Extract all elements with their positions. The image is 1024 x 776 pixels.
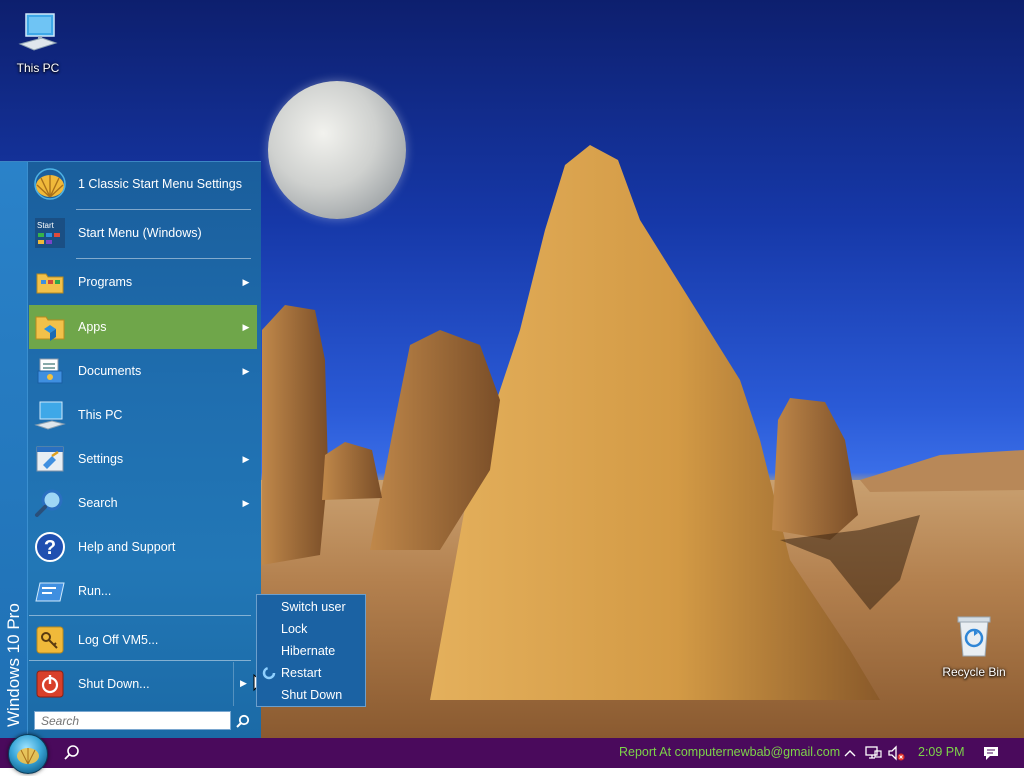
start-button[interactable] — [8, 734, 48, 774]
network-icon[interactable] — [864, 744, 882, 762]
banner-text: Windows 10 Pro — [4, 603, 23, 727]
submenu-arrow-icon: ▶ — [240, 678, 247, 688]
menu-item-documents[interactable]: Documents ▶ — [29, 349, 257, 393]
run-icon — [33, 574, 67, 608]
menu-item-label: Help and Support — [78, 540, 176, 554]
documents-icon — [33, 354, 67, 388]
menu-item-label: Log Off VM5... — [78, 633, 159, 647]
submenu-item-lock[interactable]: Lock — [257, 618, 365, 640]
menu-separator — [76, 209, 251, 210]
busy-spinner-icon — [262, 666, 276, 680]
submenu-arrow-icon: ▶ — [242, 497, 250, 508]
recycle-bin-icon — [936, 614, 1012, 661]
submenu-arrow-icon: ▶ — [242, 321, 250, 332]
shut-down-submenu: Switch user Lock Hibernate Restart Shut … — [256, 594, 366, 707]
submenu-arrow-icon: ▶ — [242, 453, 250, 464]
start-tile-icon: Start — [33, 216, 67, 250]
submenu-arrow-icon: ▶ — [242, 365, 250, 376]
menu-item-help-and-support[interactable]: ? Help and Support — [29, 525, 257, 569]
menu-item-run[interactable]: Run... — [29, 569, 257, 613]
menu-item-label: Shut Down... — [78, 677, 150, 691]
search-input[interactable] — [35, 712, 230, 729]
taskbar-search-button[interactable] — [60, 743, 84, 763]
start-orb-icon — [17, 748, 39, 765]
folder-icon — [33, 265, 67, 299]
menu-item-log-off[interactable]: Log Off VM5... — [29, 618, 257, 662]
report-email-text: Report At computernewbab@gmail.com — [619, 745, 841, 759]
apps-folder-icon — [33, 310, 67, 344]
menu-item-this-pc[interactable]: This PC — [29, 393, 257, 437]
desktop-icon-recycle-bin[interactable]: Recycle Bin — [936, 614, 1012, 679]
monitor-icon — [0, 10, 76, 57]
search-icon — [236, 714, 250, 728]
key-icon — [33, 623, 67, 657]
menu-item-label: Run... — [78, 584, 112, 598]
submenu-item-hibernate[interactable]: Hibernate — [257, 640, 365, 662]
shell-icon — [33, 167, 67, 201]
menu-separator — [29, 660, 251, 661]
menu-item-shut-down[interactable]: Shut Down... — [29, 662, 257, 706]
submenu-item-label: Lock — [281, 622, 308, 636]
taskbar-clock[interactable]: 2:09 PM — [918, 745, 965, 759]
menu-item-apps[interactable]: Apps ▶ — [29, 305, 257, 349]
svg-text:Start: Start — [37, 221, 55, 230]
menu-item-search[interactable]: Search ▶ — [29, 481, 257, 525]
submenu-item-switch-user[interactable]: Switch user — [257, 596, 365, 618]
menu-item-label: 1 Classic Start Menu Settings — [78, 177, 242, 191]
menu-item-start-menu-windows[interactable]: Start Start Menu (Windows) — [29, 211, 257, 255]
menu-separator — [76, 258, 251, 259]
search-icon — [33, 486, 67, 520]
search-icon — [64, 745, 79, 760]
volume-muted-icon[interactable] — [887, 744, 905, 762]
menu-item-label: Start Menu (Windows) — [78, 226, 202, 240]
desktop-icon-this-pc[interactable]: This PC — [0, 10, 76, 75]
menu-item-classic-start-menu-settings[interactable]: 1 Classic Start Menu Settings — [29, 162, 257, 206]
submenu-item-label: Shut Down — [281, 688, 343, 702]
submenu-item-restart[interactable]: Restart — [257, 662, 365, 684]
menu-separator — [29, 615, 251, 616]
menu-item-label: Apps — [78, 320, 107, 334]
submenu-item-label: Hibernate — [281, 644, 336, 658]
menu-item-programs[interactable]: Programs ▶ — [29, 260, 257, 304]
menu-item-settings[interactable]: Settings ▶ — [29, 437, 257, 481]
search-button[interactable] — [233, 711, 253, 730]
menu-item-label: Settings — [78, 452, 124, 466]
help-icon: ? — [33, 530, 67, 564]
menu-item-label: Search — [78, 496, 118, 510]
start-menu-search-box[interactable] — [34, 711, 231, 730]
desktop-icon-label: This PC — [16, 61, 60, 75]
submenu-item-label: Restart — [281, 666, 322, 680]
desktop-icon-label: Recycle Bin — [942, 665, 1006, 679]
settings-icon — [33, 442, 67, 476]
start-menu-banner: Windows 10 Pro — [0, 162, 28, 739]
svg-text:?: ? — [44, 537, 56, 559]
menu-item-label: Documents — [78, 364, 142, 378]
submenu-arrow-icon: ▶ — [242, 276, 250, 287]
notifications-icon[interactable] — [982, 744, 1000, 762]
menu-item-label: This PC — [78, 408, 123, 422]
power-icon — [33, 667, 67, 701]
menu-item-label: Programs — [78, 275, 133, 289]
computer-icon — [33, 398, 67, 432]
chevron-up-icon[interactable] — [841, 744, 859, 762]
submenu-item-label: Switch user — [281, 600, 346, 614]
submenu-item-shut-down[interactable]: Shut Down — [257, 684, 365, 706]
